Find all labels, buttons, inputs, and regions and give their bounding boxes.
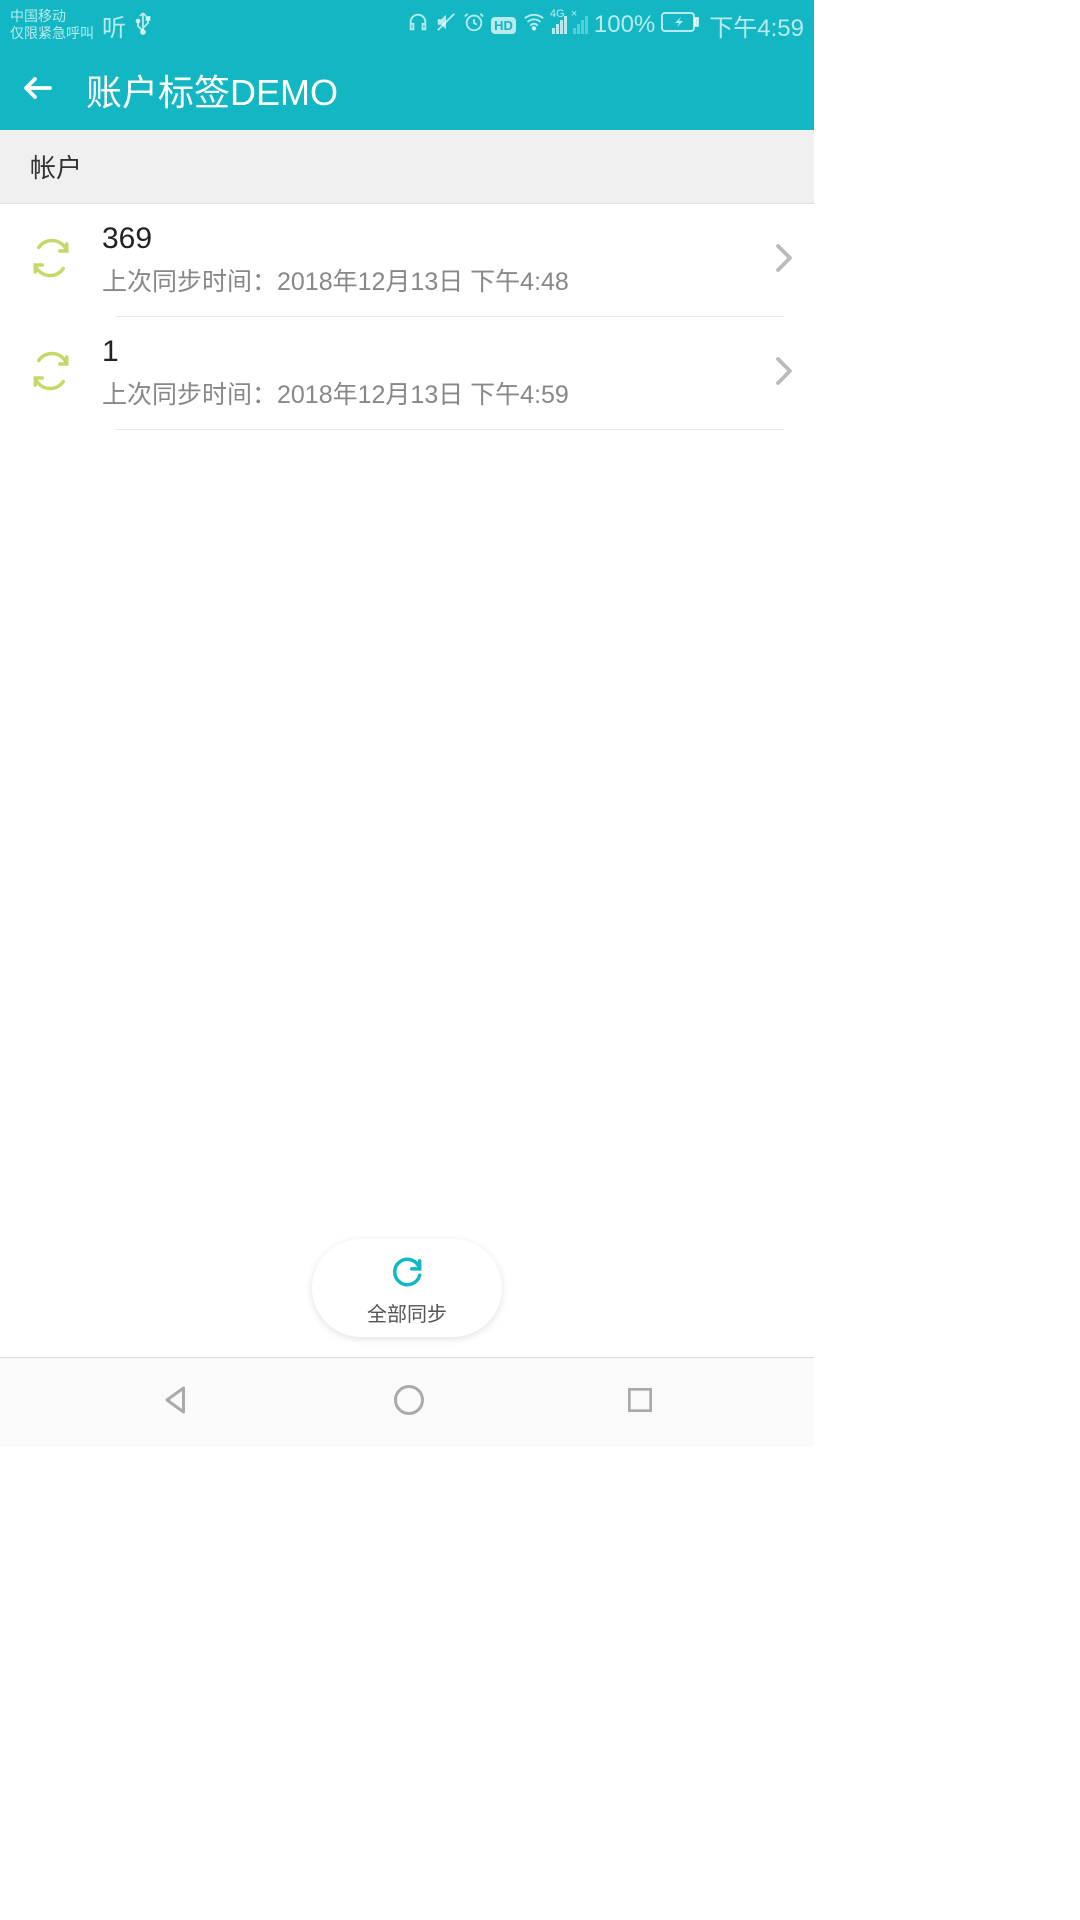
app-bar: 账户标签DEMO <box>0 50 814 130</box>
divider <box>115 429 784 430</box>
nav-home-icon[interactable] <box>391 1382 427 1423</box>
carrier-label: 中国移动 <box>10 8 94 25</box>
account-subtitle: 上次同步时间：2018年12月13日 下午4:48 <box>102 262 744 298</box>
chevron-right-icon <box>774 356 794 391</box>
item-content: 1 上次同步时间：2018年12月13日 下午4:59 <box>102 335 744 411</box>
signal-4g-icon: 4G <box>552 16 567 34</box>
status-left: 中国移动 仅限紧急呼叫 听 <box>10 8 152 43</box>
emergency-label: 仅限紧急呼叫 <box>10 25 94 42</box>
battery-percent: 100% <box>594 11 655 39</box>
account-subtitle: 上次同步时间：2018年12月13日 下午4:59 <box>102 375 744 411</box>
nav-back-icon[interactable] <box>158 1382 194 1423</box>
account-name: 369 <box>102 222 744 256</box>
sync-all-label: 全部同步 <box>367 1298 447 1327</box>
accounts-list: 369 上次同步时间：2018年12月13日 下午4:48 1 上次同步时间：2… <box>0 204 814 430</box>
usb-icon <box>134 11 152 40</box>
account-item[interactable]: 369 上次同步时间：2018年12月13日 下午4:48 <box>0 204 814 316</box>
chevron-right-icon <box>774 243 794 278</box>
wifi-icon <box>522 11 546 39</box>
sync-all-icon <box>388 1253 426 1296</box>
mute-icon <box>435 11 457 39</box>
sync-all-button[interactable]: 全部同步 <box>312 1239 502 1337</box>
section-header: 帐户 <box>0 130 814 204</box>
sync-icon <box>30 237 72 284</box>
account-name: 1 <box>102 335 744 369</box>
headphones-icon <box>407 11 429 39</box>
battery-icon <box>661 12 699 38</box>
status-time: 下午4:59 <box>709 8 804 43</box>
status-bar: 中国移动 仅限紧急呼叫 听 HD <box>0 0 814 50</box>
hd-icon: HD <box>491 17 516 34</box>
signal-no-icon: × <box>573 16 588 34</box>
app-title: 账户标签DEMO <box>86 64 338 116</box>
sync-icon <box>30 350 72 397</box>
status-right: HD 4G × 100% 下午4:59 <box>407 8 804 43</box>
nav-recent-icon[interactable] <box>624 1384 656 1421</box>
account-item[interactable]: 1 上次同步时间：2018年12月13日 下午4:59 <box>0 317 814 429</box>
back-arrow-icon[interactable] <box>20 70 56 111</box>
item-content: 369 上次同步时间：2018年12月13日 下午4:48 <box>102 222 744 298</box>
alarm-icon <box>463 11 485 39</box>
listen-icon: 听 <box>102 8 126 43</box>
nav-bar <box>0 1357 814 1447</box>
